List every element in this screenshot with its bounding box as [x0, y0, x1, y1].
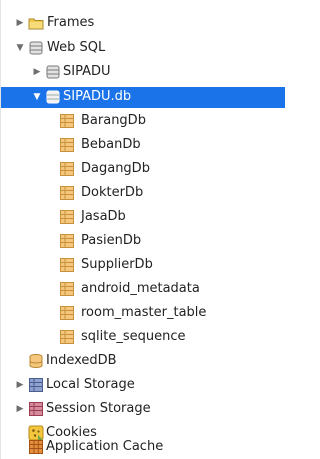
tree-item-application-cache[interactable]: Application Cache	[1, 437, 285, 457]
storage-grid-icon	[28, 401, 44, 417]
folder-icon	[28, 15, 44, 31]
table-icon	[59, 209, 75, 225]
table-icon	[59, 185, 75, 201]
table-icon	[59, 281, 75, 297]
table-icon	[59, 305, 75, 321]
tree-item-label: SIPADU	[63, 64, 111, 79]
table-icon	[59, 233, 75, 249]
tree-item-table[interactable]: room_master_table	[1, 303, 285, 323]
tree-item-table[interactable]: JasaDb	[1, 207, 285, 227]
tree-item-label: BarangDb	[81, 113, 146, 128]
tree-item-table[interactable]: PasienDb	[1, 231, 285, 251]
tree-item-indexeddb[interactable]: IndexedDB	[1, 351, 285, 371]
expand-arrow-icon[interactable]: ▶	[15, 13, 25, 33]
storage-grid-icon	[28, 377, 44, 393]
tree-item-label: Frames	[47, 15, 95, 30]
tree-item-table[interactable]: BebanDb	[1, 135, 285, 155]
database-icon	[45, 64, 61, 80]
database-icon	[28, 40, 44, 56]
tree-item-sipadu[interactable]: ▶ SIPADU	[1, 62, 285, 82]
database-icon	[28, 353, 44, 369]
tree-item-label: SupplierDb	[81, 257, 153, 272]
tree-item-sipadu-db[interactable]: ▼ SIPADU.db	[1, 87, 285, 108]
tree-item-table[interactable]: sqlite_sequence	[1, 327, 285, 347]
tree-item-frames[interactable]: ▶ Frames	[1, 13, 285, 33]
expand-arrow-icon[interactable]: ▶	[32, 62, 42, 82]
tree-item-local-storage[interactable]: ▶ Local Storage	[1, 375, 285, 395]
table-icon	[59, 161, 75, 177]
table-icon	[59, 329, 75, 345]
tree-item-label: PasienDb	[81, 233, 142, 248]
tree-item-label: Session Storage	[46, 401, 151, 416]
tree-item-table[interactable]: SupplierDb	[1, 255, 285, 275]
tree-item-label: Web SQL	[47, 40, 106, 55]
tree-item-label: SIPADU.db	[63, 89, 132, 104]
tree-item-table[interactable]: android_metadata	[1, 279, 285, 299]
collapse-arrow-icon[interactable]: ▼	[32, 87, 42, 107]
tree-item-label: DagangDb	[81, 161, 150, 176]
tree-item-label: Application Cache	[46, 439, 164, 454]
app-cache-grid-icon	[28, 439, 44, 455]
tree-item-table[interactable]: DokterDb	[1, 183, 285, 203]
tree-item-label: JasaDb	[81, 209, 126, 224]
tree-item-session-storage[interactable]: ▶ Session Storage	[1, 399, 285, 419]
tree-item-label: DokterDb	[81, 185, 144, 200]
tree-item-label: Local Storage	[46, 377, 135, 392]
tree-item-table[interactable]: DagangDb	[1, 159, 285, 179]
table-icon	[59, 113, 75, 129]
tree-item-table[interactable]: BarangDb	[1, 111, 285, 131]
tree-item-label: android_metadata	[81, 281, 200, 296]
expand-arrow-icon[interactable]: ▶	[15, 375, 25, 395]
storage-tree: ▶ Frames ▼ Web SQL ▶ SIPADU ▼ SIPADU.db …	[0, 0, 285, 459]
tree-item-label: BebanDb	[81, 137, 141, 152]
database-icon	[45, 89, 61, 105]
expand-arrow-icon[interactable]: ▶	[15, 399, 25, 419]
tree-item-label: IndexedDB	[46, 353, 117, 368]
table-icon	[59, 137, 75, 153]
tree-item-websql[interactable]: ▼ Web SQL	[1, 38, 285, 58]
tree-item-label: room_master_table	[81, 305, 207, 320]
table-icon	[59, 257, 75, 273]
tree-item-label: sqlite_sequence	[81, 329, 186, 344]
collapse-arrow-icon[interactable]: ▼	[15, 38, 25, 58]
